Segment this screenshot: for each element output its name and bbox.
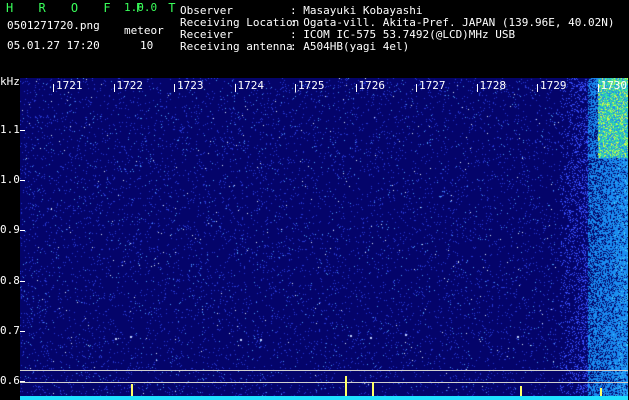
x-tick-label: 1729 xyxy=(540,79,567,92)
filename-label: 0501271720.png xyxy=(7,19,100,32)
signal-baseline xyxy=(20,396,628,400)
x-tick-mark xyxy=(476,84,478,92)
info-antenna-value: : A504HB(yagi 4el) xyxy=(290,40,410,53)
x-tick-label: 1724 xyxy=(237,79,265,92)
x-tick-mark xyxy=(416,84,417,92)
signal-spike xyxy=(131,384,133,396)
signal-spike xyxy=(345,376,347,396)
x-tick-mark xyxy=(53,84,54,92)
y-tick-mark xyxy=(20,180,25,181)
signal-spike xyxy=(520,386,522,396)
y-tick-label: 0.6 xyxy=(0,374,20,387)
y-tick-label: 0.7 xyxy=(0,324,20,337)
spectrogram-plot xyxy=(20,78,628,400)
x-tick-mark xyxy=(355,84,357,92)
x-tick-mark xyxy=(234,84,236,92)
datetime-label: 05.01.27 17:20 xyxy=(7,39,100,52)
x-tick-label: 1725 xyxy=(298,79,325,92)
x-tick-label: 1722 xyxy=(116,79,144,92)
spectrogram-noise xyxy=(20,78,628,400)
y-tick-mark xyxy=(20,130,25,131)
y-tick-mark xyxy=(20,281,25,282)
signal-spike xyxy=(372,382,374,396)
x-tick-mark xyxy=(597,84,599,92)
x-tick-label: 1721 xyxy=(56,79,83,92)
y-tick-mark xyxy=(20,331,25,332)
y-tick-label: 0.8 xyxy=(0,274,20,287)
x-tick-mark xyxy=(537,84,538,92)
x-tick-label: 1727 xyxy=(419,79,446,92)
y-axis-unit: kHz xyxy=(0,75,20,88)
header-title: H R O F F T xyxy=(6,1,185,15)
x-tick-mark xyxy=(174,84,175,92)
x-tick-label: 1730 xyxy=(600,79,628,92)
x-tick-label: 1726 xyxy=(358,79,386,92)
info-antenna-key: Receiving antenna xyxy=(180,40,293,53)
y-tick-label: 1.0 xyxy=(0,173,20,186)
meteor-count: 10 xyxy=(140,39,154,52)
meteor-label: meteor xyxy=(124,24,164,37)
y-tick-label: 0.9 xyxy=(0,223,20,236)
reference-line-lower xyxy=(20,382,628,383)
x-tick-mark xyxy=(113,84,115,92)
x-tick-label: 1723 xyxy=(177,79,204,92)
y-tick-label: 1.1 xyxy=(0,123,20,136)
x-tick-label: 1728 xyxy=(479,79,507,92)
signal-spike xyxy=(600,388,602,396)
y-tick-mark xyxy=(20,230,25,231)
x-tick-mark xyxy=(295,84,296,92)
version-label: 1.0.0 xyxy=(124,1,158,14)
reference-line-upper xyxy=(20,370,628,371)
